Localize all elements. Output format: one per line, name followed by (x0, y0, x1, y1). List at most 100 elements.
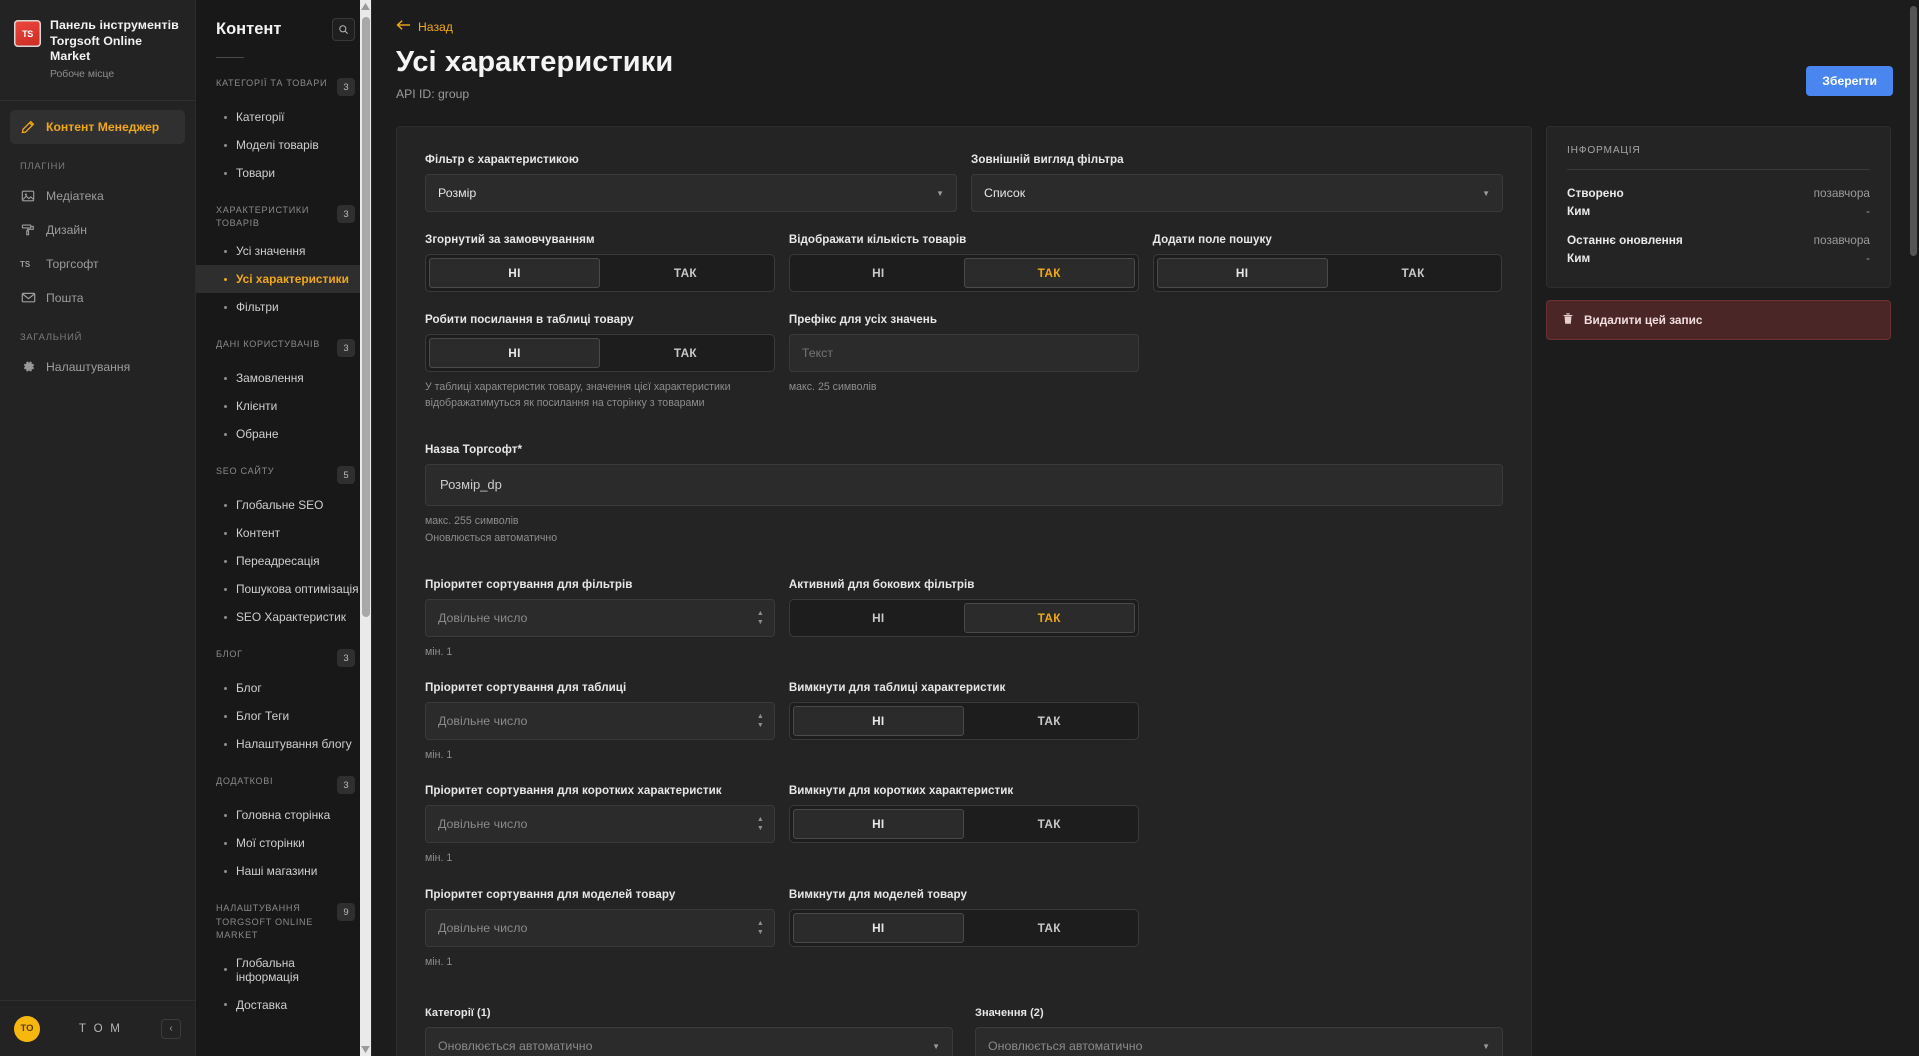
field-label: Префікс для усіх значень (788, 313, 938, 326)
info-sidebar: ІНФОРМАЦІЯ Створено позавчора Ким - Оста… (1546, 126, 1891, 1056)
disable-for-models-toggle[interactable]: НІ ТАК (788, 908, 1139, 947)
active-side-filters-toggle[interactable]: НІ ТАК (788, 598, 1139, 637)
filter-is-attribute-select[interactable]: Розмір ▼ (425, 174, 957, 212)
sort-priority-filters-stepper[interactable]: Довільне число ▲ ▼ (425, 598, 775, 637)
toggle-option-no[interactable]: НІ (792, 706, 964, 737)
sort-priority-short-stepper[interactable]: Довільне число ▲ ▼ (425, 805, 775, 844)
toggle-option-yes[interactable]: ТАК (1328, 258, 1499, 288)
stepper-arrows-icon[interactable]: ▲ ▼ (757, 920, 764, 936)
filter-appearance-select[interactable]: Список ▼ (971, 174, 1503, 212)
nav-item-label: Наші магазини (236, 864, 318, 879)
scrollbar-thumb[interactable] (1910, 6, 1917, 256)
toggle-option-yes[interactable]: ТАК (964, 809, 1135, 839)
sidebar-item-blog[interactable]: Блог (196, 674, 371, 702)
toggle-option-no[interactable]: НІ (429, 338, 600, 368)
attribute-form-card: Фільтр є характеристикою Розмір ▼ Зовніш… (396, 126, 1532, 1056)
scroll-down-arrow-icon[interactable] (360, 1043, 371, 1056)
sidebar-item-tovary[interactable]: Товари (196, 159, 371, 187)
stepper-arrows-icon[interactable]: ▲ ▼ (757, 713, 764, 729)
toggle-option-no[interactable]: НІ (792, 809, 964, 840)
delete-record-label: Видалити цей запис (1584, 313, 1703, 327)
sidebar-item-design[interactable]: Дизайн (10, 213, 185, 247)
bullet-icon (224, 841, 227, 845)
content-nav-scrollbar[interactable] (360, 0, 371, 1056)
edit-icon (20, 119, 36, 135)
toggle-option-yes[interactable]: ТАК (600, 338, 771, 368)
nav-item-label: Обране (236, 427, 279, 442)
toggle-option-no[interactable]: НІ (793, 258, 964, 288)
add-search-field-toggle[interactable]: НІ ТАК (1152, 254, 1503, 292)
save-button[interactable]: Зберегти (1806, 66, 1893, 96)
brand-header[interactable]: TS Панель інструментів Torgsoft Online M… (0, 0, 195, 101)
content-nav-title: Контент (216, 20, 282, 38)
sidebar-item-torgsoft[interactable]: TS Торгсофт (10, 247, 185, 281)
toggle-option-no[interactable]: НІ (792, 912, 964, 943)
sidebar-item-obrane[interactable]: Обране (196, 420, 371, 448)
field-label: Додати поле пошуку (1152, 233, 1272, 246)
field-sort-priority-short: Пріоритет сортування для коротких характ… (425, 784, 775, 866)
prefix-all-values-input[interactable] (788, 334, 1139, 372)
toggle-option-yes[interactable]: ТАК (963, 258, 1135, 288)
search-icon[interactable] (332, 18, 355, 41)
sidebar-item-nashi-magazyny[interactable]: Наші магазини (196, 857, 371, 885)
sidebar-item-kategorii[interactable]: Категорії (196, 103, 371, 131)
back-link[interactable]: Назад (396, 19, 453, 34)
categories-select[interactable]: Оновлюється автоматично ▼ (425, 1027, 953, 1056)
scrollbar-thumb[interactable] (361, 17, 370, 617)
toggle-option-yes[interactable]: ТАК (963, 602, 1135, 633)
sidebar-item-usi-znachennya[interactable]: Усі значення (196, 237, 371, 265)
sidebar-item-mail[interactable]: Пошта (10, 281, 185, 315)
sidebar-item-globalne-seo[interactable]: Глобальне SEO (196, 491, 371, 519)
stepper-arrows-icon[interactable]: ▲ ▼ (757, 610, 764, 626)
sidebar-item-zamovlennya[interactable]: Замовлення (196, 364, 371, 392)
bullet-icon (224, 615, 227, 619)
sidebar-item-nalashtuvannya-blogu[interactable]: Налаштування блогу (196, 730, 371, 758)
toggle-option-yes[interactable]: ТАК (600, 258, 771, 288)
sidebar-item-poshukova-optymizaciya[interactable]: Пошукова оптимізація (196, 575, 371, 603)
values-select[interactable]: Оновлюється автоматично ▼ (975, 1027, 1503, 1056)
scroll-up-arrow-icon[interactable] (360, 0, 371, 13)
sidebar-item-content-manager[interactable]: Контент Менеджер (10, 109, 185, 144)
toggle-option-no[interactable]: НІ (429, 258, 600, 288)
delete-record-button[interactable]: Видалити цей запис (1546, 300, 1891, 340)
sort-priority-table-stepper[interactable]: Довільне число ▲ ▼ (425, 702, 775, 741)
sidebar-item-golovna-storinka[interactable]: Головна сторінка (196, 801, 371, 829)
toggle-option-no[interactable]: НІ (1156, 258, 1328, 288)
sidebar-item-modeli-tovariv[interactable]: Моделі товарів (196, 131, 371, 159)
collapsed-by-default-toggle[interactable]: НІ ТАК (425, 254, 775, 292)
nav-item-label: Головна сторінка (236, 808, 331, 823)
sidebar-item-settings[interactable]: Налаштування (10, 350, 185, 384)
stepper-arrows-icon[interactable]: ▲ ▼ (757, 816, 764, 832)
avatar[interactable]: ТО (14, 1015, 40, 1042)
chevron-left-icon[interactable]: ‹ (161, 1018, 181, 1039)
sidebar-item-medialibrary[interactable]: Медіатека (10, 179, 185, 213)
torgsoft-name-input[interactable]: Розмір_dp (425, 463, 1503, 506)
sidebar-item-moyi-storinky[interactable]: Мої сторінки (196, 829, 371, 857)
sidebar-item-kontent[interactable]: Контент (196, 519, 371, 547)
info-key: Ким (1567, 251, 1591, 265)
disable-for-short-toggle[interactable]: НІ ТАК (788, 805, 1139, 844)
show-product-count-toggle[interactable]: НІ ТАК (788, 254, 1139, 292)
field-hint-2: Оновлюється автоматично (425, 532, 558, 545)
sidebar-item-blog-tegy[interactable]: Блог Теги (196, 702, 371, 730)
sidebar-item-filtry[interactable]: Фільтри (196, 293, 371, 321)
sidebar-item-dostavka[interactable]: Доставка (196, 991, 371, 1019)
sidebar-item-pereadresaciya[interactable]: Переадресація (196, 547, 371, 575)
nav-item-label: Мої сторінки (236, 836, 305, 851)
main-scrollbar[interactable] (1908, 0, 1919, 1056)
sidebar-item-usi-harakterystyky[interactable]: Усі характеристики (196, 265, 371, 294)
sidebar-item-kliyenty[interactable]: Клієнти (196, 392, 371, 420)
info-value: - (1866, 251, 1870, 265)
toggle-option-yes[interactable]: ТАК (964, 706, 1135, 736)
toggle-option-no[interactable]: НІ (793, 603, 964, 633)
nav-section-label: ДОДАТКОВІ (216, 776, 274, 787)
sidebar-item-seo-harakterystyk[interactable]: SEO Характеристик (196, 603, 371, 631)
toggle-option-yes[interactable]: ТАК (964, 913, 1135, 943)
bullet-icon (224, 686, 227, 690)
disable-for-table-toggle[interactable]: НІ ТАК (788, 702, 1139, 741)
make-link-in-table-toggle[interactable]: НІ ТАК (425, 334, 775, 372)
sidebar-item-globalna-informaciya[interactable]: Глобальна інформація (196, 949, 371, 991)
sort-priority-models-stepper[interactable]: Довільне число ▲ ▼ (425, 908, 775, 947)
mail-icon (20, 290, 36, 306)
nav-item-label: Переадресація (236, 554, 320, 569)
